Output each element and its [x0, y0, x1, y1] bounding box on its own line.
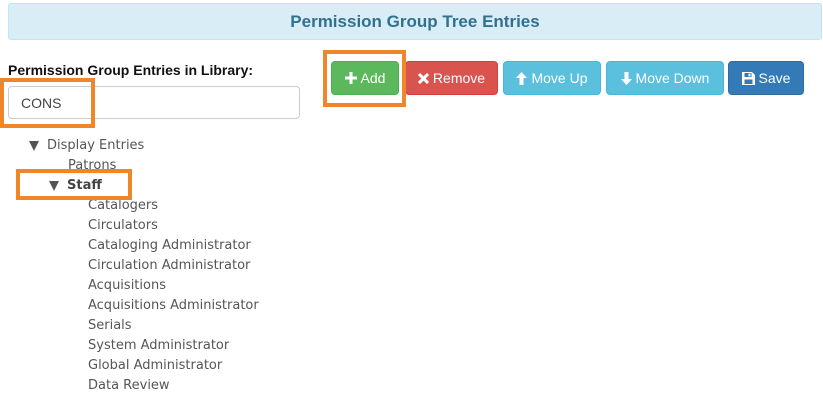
save-button[interactable]: Save [728, 61, 804, 95]
tree-node-serials[interactable]: Serials [88, 316, 132, 336]
arrow-up-icon [516, 71, 528, 85]
floppy-disk-icon [741, 71, 755, 85]
tree-node-label: Display Entries [47, 138, 145, 153]
tree-node-system-administrator[interactable]: System Administrator [88, 336, 229, 356]
tree-node-circulation-administrator[interactable]: Circulation Administrator [88, 256, 250, 276]
triangle-down-icon[interactable] [29, 140, 39, 152]
tree-node-display-entries[interactable]: Display Entries [29, 136, 144, 156]
remove-button-label: Remove [432, 70, 486, 86]
highlight-box-staff-node [16, 169, 132, 200]
tree-node-label: System Administrator [88, 338, 230, 353]
move-up-button[interactable]: Move Up [503, 61, 601, 95]
tree-node-data-review[interactable]: Data Review [88, 376, 170, 396]
move-down-button-label: Move Down [635, 70, 710, 86]
remove-button[interactable]: Remove [405, 61, 498, 95]
tree-node-label: Acquisitions Administrator [88, 298, 259, 313]
move-down-button[interactable]: Move Down [606, 61, 724, 95]
tree-node-cataloging-administrator[interactable]: Cataloging Administrator [88, 236, 251, 256]
move-up-button-label: Move Up [531, 70, 588, 86]
tree-node-label: Circulation Administrator [88, 258, 251, 273]
arrow-down-icon [620, 71, 632, 85]
tree-node-circulators[interactable]: Circulators [88, 216, 158, 236]
page-title: Permission Group Tree Entries [8, 3, 822, 40]
tree-node-acquisitions-administrator[interactable]: Acquisitions Administrator [88, 296, 259, 316]
page-title-text: Permission Group Tree Entries [290, 11, 540, 31]
tree-node-label: Cataloging Administrator [88, 238, 251, 253]
tree-node-label: Circulators [88, 218, 158, 233]
tree-node-label: Data Review [88, 378, 170, 393]
tree-node-label: Acquisitions [88, 278, 166, 293]
save-button-label: Save [758, 70, 791, 86]
tree-node-acquisitions[interactable]: Acquisitions [88, 276, 166, 296]
tree-node-label: Serials [88, 318, 132, 333]
tree-node-global-administrator[interactable]: Global Administrator [88, 356, 222, 376]
tree-node-label: Global Administrator [88, 358, 223, 373]
library-label: Permission Group Entries in Library: [8, 62, 254, 78]
highlight-box-add-button [323, 50, 406, 107]
highlight-box-library-input [0, 78, 95, 128]
times-icon [417, 72, 429, 84]
